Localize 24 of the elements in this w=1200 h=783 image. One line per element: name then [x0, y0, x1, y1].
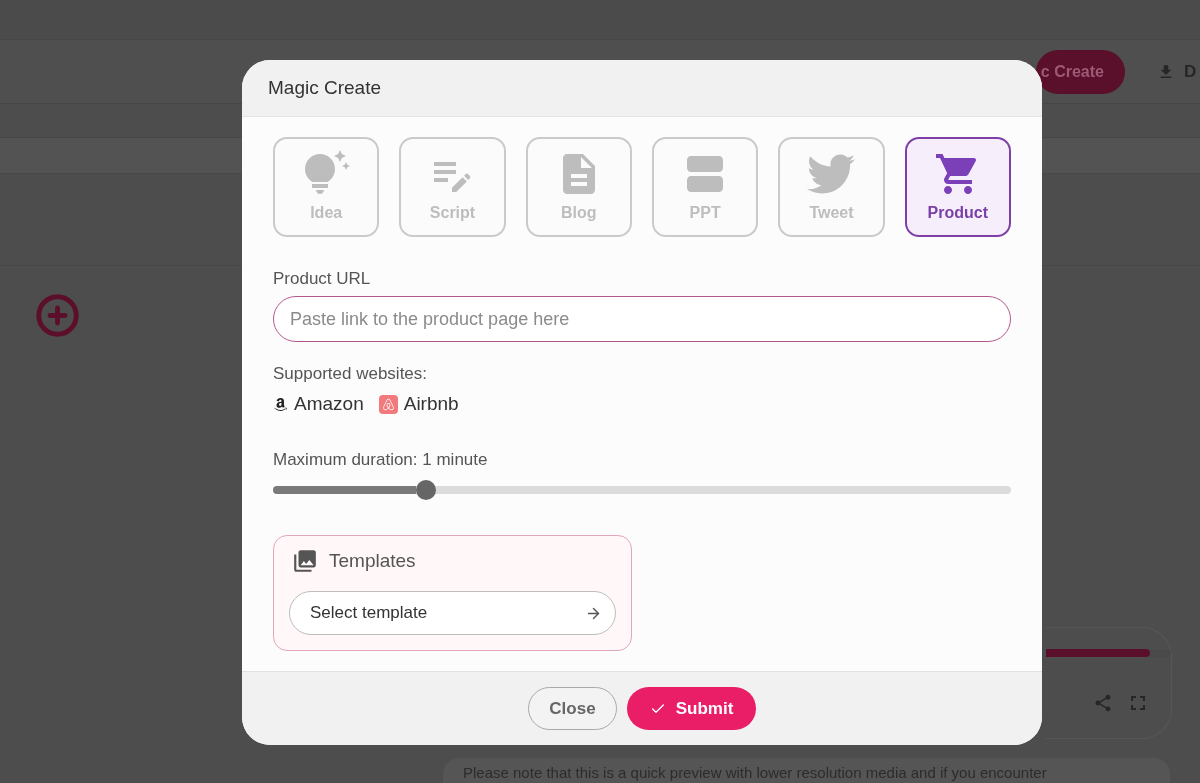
close-button[interactable]: Close — [528, 687, 617, 730]
product-url-field[interactable]: Paste link to the product page here — [273, 296, 1011, 342]
type-tab[interactable]: Script — [399, 137, 506, 237]
magic-create-button[interactable]: c Create — [1036, 49, 1125, 94]
airbnb-logo-icon — [378, 394, 398, 414]
type-tab[interactable]: PPT — [652, 137, 759, 237]
field-label: Product URL — [273, 269, 372, 289]
supported-label: Supported websites: — [273, 364, 429, 384]
photo-stack-icon — [292, 548, 318, 574]
type-tab[interactable]: Product — [904, 137, 1011, 237]
type-tab[interactable]: Tweet — [778, 137, 885, 237]
submit-button[interactable]: Submit — [627, 687, 756, 730]
select-template-button[interactable]: Select template — [289, 591, 616, 635]
site-name: Amazon — [294, 394, 364, 414]
type-tab[interactable]: Idea — [273, 137, 380, 237]
duration-label: Maximum duration: 1 minute — [273, 450, 489, 470]
add-circle-icon[interactable] — [35, 293, 80, 338]
amazon-logo-icon — [273, 396, 288, 412]
templates-title: Templates — [329, 549, 416, 573]
share-icon[interactable] — [1093, 693, 1113, 713]
slider-thumb[interactable] — [415, 480, 436, 500]
site-name: Airbnb — [403, 394, 459, 414]
dialog-title: Magic Create — [268, 75, 381, 100]
type-tab[interactable]: Blog — [525, 137, 632, 237]
